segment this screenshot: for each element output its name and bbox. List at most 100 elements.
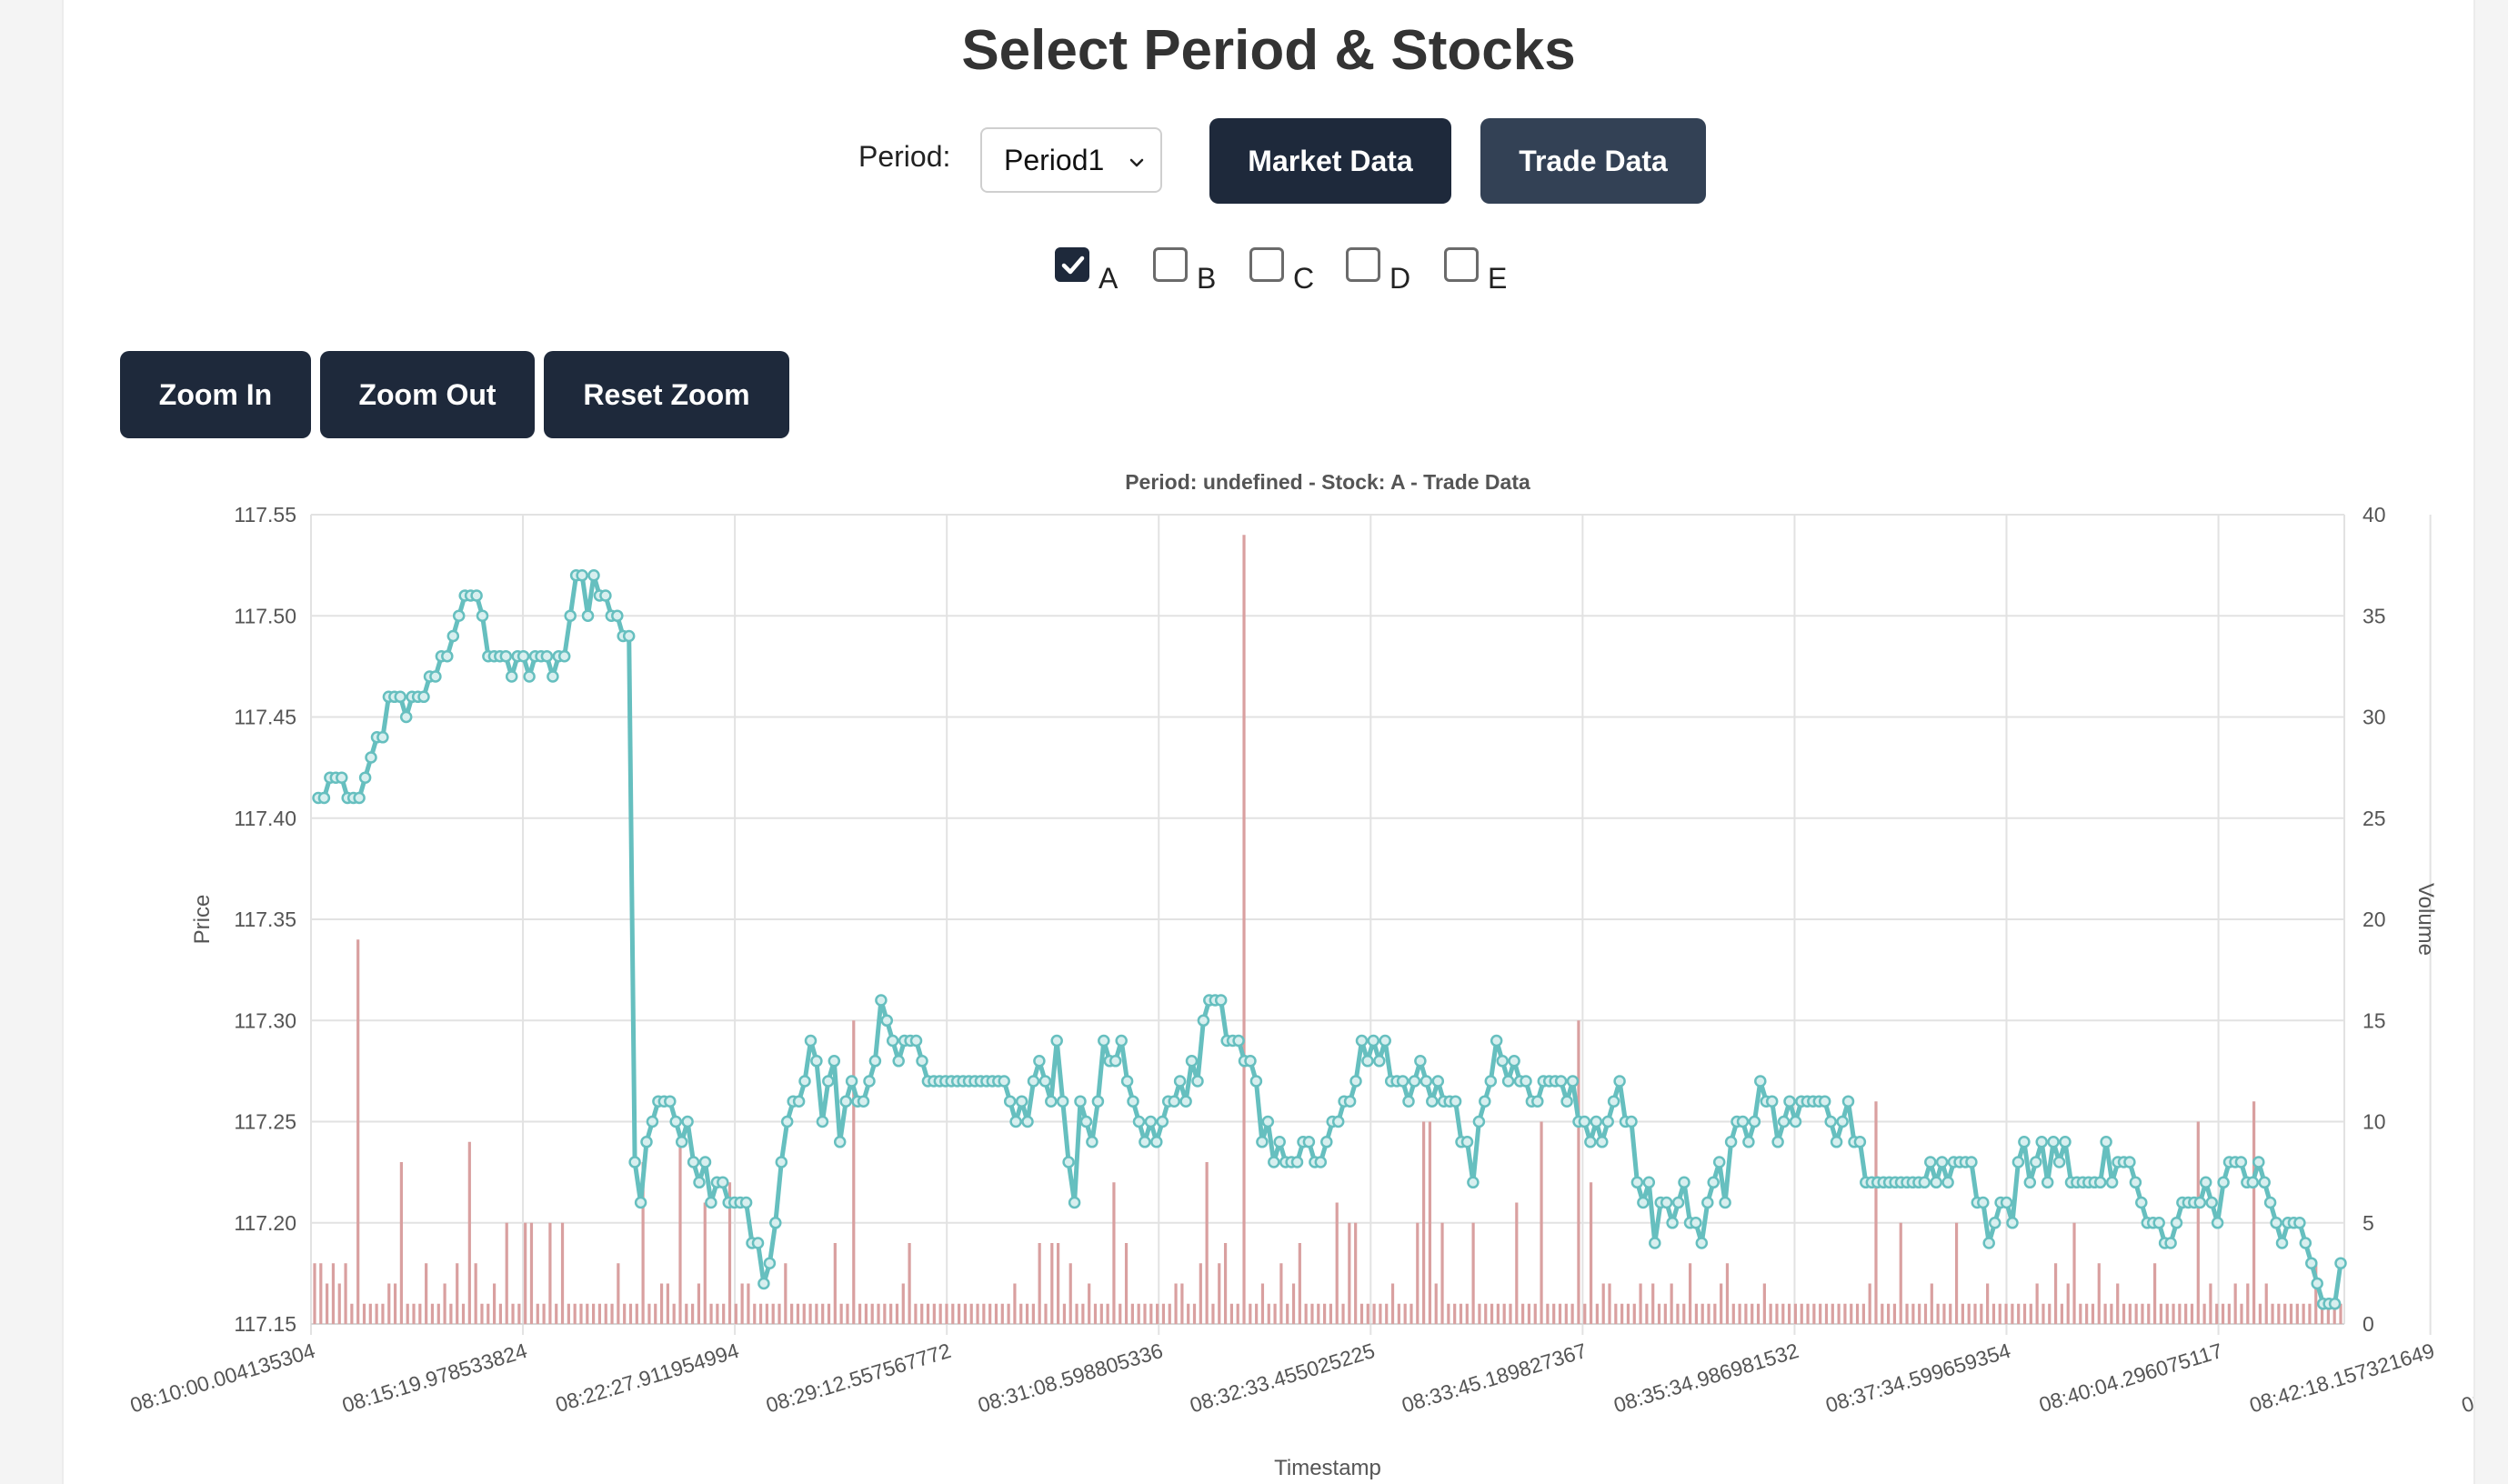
price-point xyxy=(1988,1217,2001,1229)
volume-bar xyxy=(511,1303,515,1324)
price-point xyxy=(1707,1176,1720,1189)
volume-bar xyxy=(877,1303,880,1324)
volume-bar xyxy=(647,1303,651,1324)
x-tick-label: 08:29:12.557567772 xyxy=(763,1339,953,1418)
volume-bar xyxy=(1831,1303,1834,1324)
volume-bar xyxy=(758,1303,763,1324)
volume-bar xyxy=(1967,1303,1971,1324)
y2-tick-label: 15 xyxy=(2363,1008,2386,1032)
volume-bar xyxy=(337,1283,341,1324)
price-point xyxy=(1496,1055,1509,1068)
volume-bar xyxy=(425,1263,428,1324)
volume-bar xyxy=(579,1303,583,1324)
volume-bar xyxy=(2011,1303,2014,1324)
volume-bar xyxy=(1651,1283,1655,1324)
price-point xyxy=(1056,1095,1069,1108)
price-point xyxy=(2041,1176,2054,1189)
price-point xyxy=(868,1055,882,1068)
volume-bar xyxy=(777,1303,781,1324)
volume-bar xyxy=(2233,1283,2237,1324)
volume-bar xyxy=(2277,1303,2281,1324)
price-point xyxy=(1818,1095,1831,1108)
volume-bar xyxy=(1713,1303,1717,1324)
volume-bar xyxy=(456,1263,459,1324)
price-point xyxy=(1068,1196,1081,1209)
x-tick-label: 08:44:28.290495840 xyxy=(2459,1339,2473,1418)
price-point xyxy=(763,1257,777,1269)
price-point xyxy=(581,609,595,622)
volume-bar xyxy=(1031,1303,1035,1324)
volume-bar xyxy=(1298,1243,1301,1324)
price-point xyxy=(1420,1075,1433,1088)
price-point xyxy=(1197,1014,1210,1028)
price-point xyxy=(2052,1156,2066,1168)
x-tick-label: 08:33:45.189827367 xyxy=(1399,1339,1589,1418)
volume-bar xyxy=(2227,1303,2231,1324)
price-point xyxy=(429,670,442,683)
volume-bar xyxy=(2196,1121,2200,1324)
price-point xyxy=(839,1095,852,1108)
volume-bar xyxy=(443,1283,446,1324)
y-axis-title: Price xyxy=(190,895,215,945)
volume-bar xyxy=(1954,1222,1959,1324)
price-point xyxy=(540,649,554,663)
price-point xyxy=(1531,1095,1544,1108)
volume-bar xyxy=(567,1303,570,1324)
price-point xyxy=(1695,1237,1709,1249)
volume-bar xyxy=(1781,1303,1785,1324)
price-point xyxy=(1472,1115,1486,1128)
price-point xyxy=(1449,1095,1462,1108)
volume-bar xyxy=(1329,1303,1333,1324)
y2-tick-label: 10 xyxy=(2363,1110,2386,1134)
price-point xyxy=(1748,1115,1761,1128)
price-point xyxy=(1712,1156,1726,1168)
volume-bar xyxy=(1874,1101,1878,1324)
volume-bar xyxy=(1291,1283,1296,1324)
volume-bar xyxy=(895,1303,899,1324)
price-point xyxy=(1373,1055,1386,1068)
volume-bar xyxy=(839,1303,843,1324)
price-point xyxy=(2252,1156,2265,1168)
volume-bar xyxy=(1390,1283,1395,1324)
volume-bar xyxy=(1025,1303,1029,1324)
x-tick-label: 08:40:04.296075117 xyxy=(2036,1339,2225,1417)
price-point xyxy=(1290,1156,1304,1168)
volume-bar xyxy=(932,1303,936,1324)
volume-bar xyxy=(1812,1303,1816,1324)
volume-bar xyxy=(784,1263,788,1324)
price-point xyxy=(1062,1156,1075,1168)
price-point xyxy=(1630,1176,1644,1189)
y2-tick-label: 30 xyxy=(2363,706,2386,729)
volume-bar xyxy=(846,1303,849,1324)
volume-bar xyxy=(833,1243,837,1324)
price-point xyxy=(909,1034,923,1048)
volume-bar xyxy=(1229,1303,1233,1324)
price-point xyxy=(1132,1115,1146,1128)
volume-bar xyxy=(1255,1303,1259,1324)
volume-bar xyxy=(2022,1303,2027,1324)
price-point xyxy=(2000,1196,2013,1209)
y2-tick-label: 40 xyxy=(2363,503,2386,526)
volume-bar xyxy=(1626,1303,1630,1324)
trade-chart[interactable]: Period: undefined - Stock: A - Trade Dat… xyxy=(64,0,2473,1484)
price-point xyxy=(1508,1055,1520,1068)
volume-bar xyxy=(326,1283,329,1324)
price-point xyxy=(1490,1034,1503,1048)
volume-bar xyxy=(2060,1303,2063,1324)
volume-bar xyxy=(430,1303,435,1324)
price-point xyxy=(1596,1136,1609,1148)
price-point xyxy=(2135,1196,2148,1209)
volume-bar xyxy=(1403,1303,1407,1324)
volume-bar xyxy=(1187,1303,1190,1324)
volume-bar xyxy=(2215,1303,2219,1324)
volume-bar xyxy=(368,1303,372,1324)
volume-bar xyxy=(2178,1303,2182,1324)
volume-bar xyxy=(1372,1303,1376,1324)
volume-bar xyxy=(2289,1303,2293,1324)
volume-bar xyxy=(2103,1303,2107,1324)
volume-bar xyxy=(938,1303,942,1324)
volume-bar xyxy=(734,1303,737,1324)
volume-bar xyxy=(951,1303,955,1324)
volume-bar xyxy=(1850,1303,1853,1324)
price-point xyxy=(693,1176,706,1189)
